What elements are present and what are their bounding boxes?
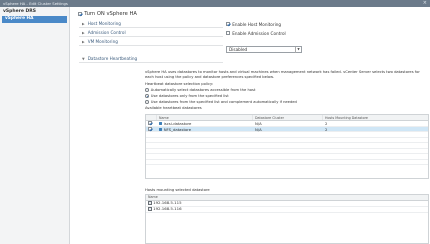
section-label: Datastore Heartbeating — [87, 56, 138, 61]
settings-sidebar: vSphere DRS vSphere HA — [0, 7, 70, 244]
list-item[interactable]: 192.168.5.116 — [146, 206, 428, 213]
dialog-title: vSphere HA - Edit Cluster Settings — [3, 1, 68, 6]
admission-control-row: Enable Admission Control — [226, 29, 286, 37]
hosts-table: Name 192.168.5.115 192.168.5.116 — [145, 194, 429, 244]
radio-button[interactable] — [145, 100, 149, 104]
hosts-mounting-label: Hosts mounting selected datastore — [145, 188, 210, 192]
column-name[interactable]: Name — [156, 115, 252, 120]
dialog-title-bar: vSphere HA - Edit Cluster Settings × — [0, 0, 430, 7]
datastores-table: Name Datastore Cluster Hosts Mounting Da… — [145, 114, 429, 179]
policy-label: Heartbeat datastore selection policy: — [145, 82, 214, 86]
radio-label: Automatically select datastores accessib… — [150, 88, 256, 92]
hosts-mounting-count: 2 — [325, 126, 328, 132]
section-admission-control[interactable]: ▶ Admission Control — [79, 29, 223, 37]
turn-on-ha-label: Turn ON vSphere HA — [84, 11, 137, 17]
host-monitoring-row: Enable Host Monitoring — [226, 20, 281, 28]
host-icon — [148, 201, 152, 205]
chevron-right-icon: ▶ — [82, 39, 85, 44]
radio-label: Use datastores from the specified list a… — [150, 100, 297, 104]
enable-admission-control-checkbox[interactable] — [226, 30, 231, 36]
radio-option-specified-only[interactable]: Use datastores only from the specified l… — [145, 94, 229, 98]
table-row-empty — [146, 160, 428, 165]
datastore-cluster: N/A — [255, 121, 262, 126]
host-name: 192.168.5.116 — [153, 206, 182, 211]
turn-on-ha-row: Turn ON vSphere HA — [78, 10, 137, 18]
radio-label: Use datastores only from the specified l… — [150, 94, 229, 98]
column-hosts-mounting[interactable]: Hosts Mounting Datastore — [322, 115, 428, 120]
column-cluster[interactable]: Datastore Cluster — [252, 115, 322, 120]
main-panel: Turn ON vSphere HA ▶ Host Monitoring Ena… — [70, 7, 430, 244]
host-icon — [148, 207, 152, 211]
section-label: Admission Control — [87, 30, 126, 35]
radio-option-auto[interactable]: Automatically select datastores accessib… — [145, 88, 255, 92]
datastore-cluster: N/A — [255, 126, 262, 132]
section-vm-monitoring[interactable]: ▶ VM Monitoring — [79, 38, 223, 46]
chevron-right-icon: ▶ — [82, 30, 85, 35]
select-column-header — [146, 115, 156, 120]
section-label: VM Monitoring — [87, 39, 118, 44]
datastore-icon — [159, 127, 163, 131]
section-label: Host Monitoring — [87, 21, 121, 26]
enable-host-monitoring-label: Enable Host Monitoring — [232, 21, 282, 27]
close-icon[interactable]: × — [423, 0, 427, 7]
datastore-name: iscsi-datastore — [163, 121, 192, 126]
available-datastores-label: Available heartbeat datastores — [145, 106, 202, 110]
vm-monitoring-select[interactable]: Disabled ▼ — [226, 46, 302, 53]
row-checkbox[interactable] — [147, 121, 153, 126]
datastore-icon — [159, 122, 163, 126]
hosts-mounting-count: 2 — [325, 121, 328, 126]
turn-on-ha-checkbox[interactable] — [78, 11, 83, 17]
sidebar-item-vsphere-ha[interactable]: vSphere HA — [2, 16, 67, 23]
enable-admission-control-label: Enable Admission Control — [232, 30, 286, 36]
datastore-name: NFS_datastore — [163, 126, 192, 132]
radio-option-specified-complement[interactable]: Use datastores from the specified list a… — [145, 100, 297, 104]
sidebar-item-vsphere-drs[interactable]: vSphere DRS — [0, 7, 69, 15]
section-host-monitoring[interactable]: ▶ Host Monitoring — [79, 20, 223, 28]
radio-button[interactable] — [145, 94, 149, 98]
vm-monitoring-value: Disabled — [229, 47, 248, 52]
section-datastore-heartbeating[interactable]: ▼ Datastore Heartbeating — [79, 55, 223, 63]
radio-button[interactable] — [145, 88, 149, 92]
row-checkbox[interactable] — [147, 126, 153, 131]
enable-host-monitoring-checkbox[interactable] — [226, 21, 231, 27]
chevron-right-icon: ▶ — [82, 21, 85, 26]
chevron-down-icon: ▼ — [82, 56, 85, 61]
heartbeating-description: vSphere HA uses datastores to monitor ho… — [145, 70, 420, 79]
chevron-down-icon[interactable]: ▼ — [295, 47, 301, 53]
